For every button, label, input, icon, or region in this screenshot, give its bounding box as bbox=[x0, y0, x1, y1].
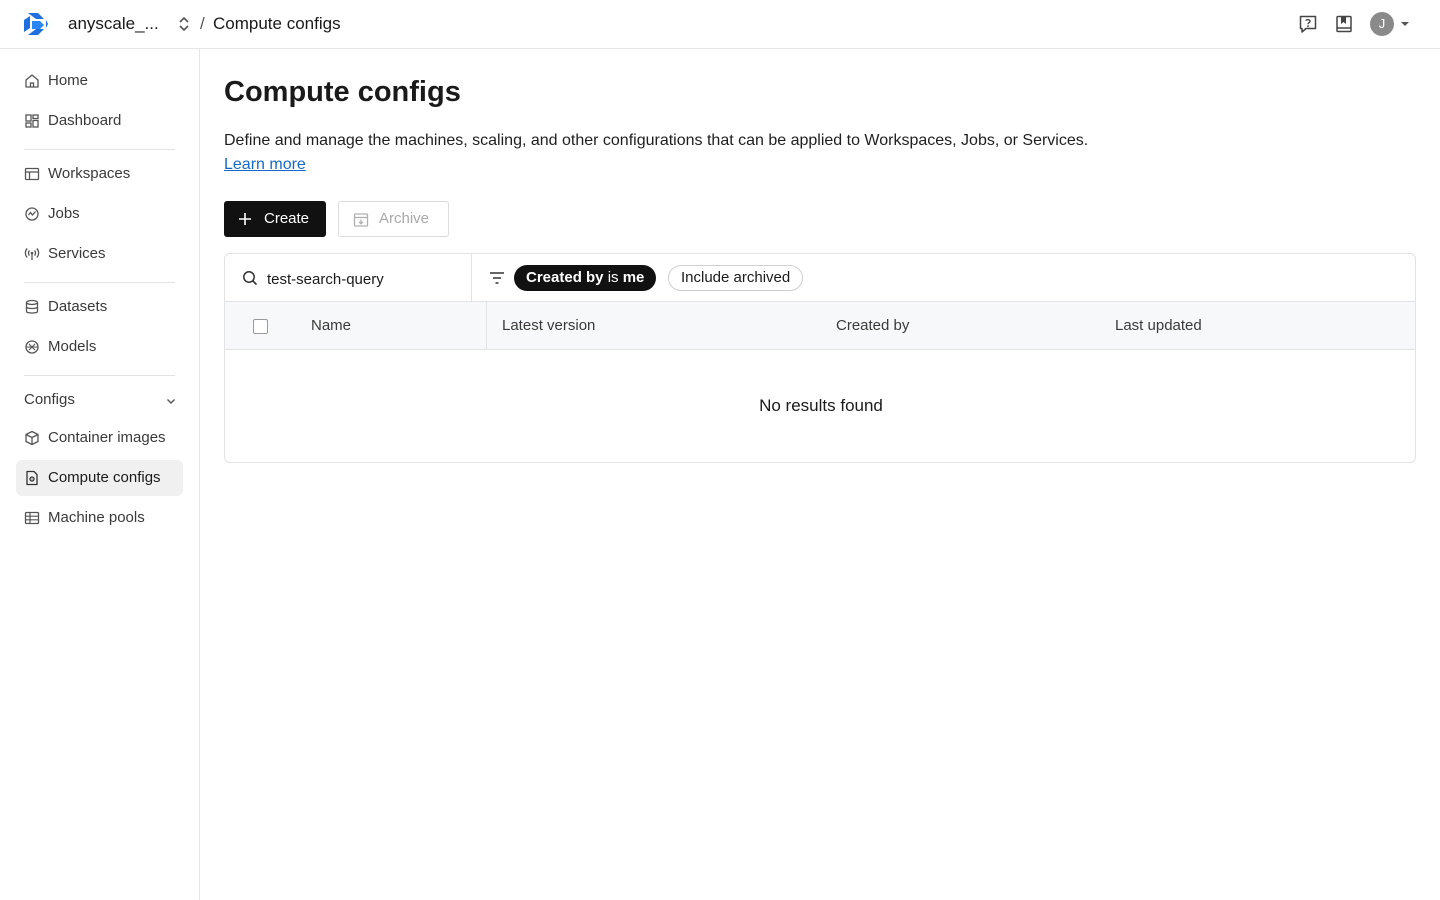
sidebar-divider bbox=[24, 375, 175, 376]
chip-value: me bbox=[622, 269, 645, 286]
plus-icon bbox=[239, 213, 251, 225]
help-icon[interactable] bbox=[1298, 14, 1318, 34]
column-header-name[interactable]: Name bbox=[311, 317, 351, 334]
user-avatar[interactable]: J bbox=[1370, 12, 1394, 36]
column-header-latest-version[interactable]: Latest version bbox=[502, 317, 595, 334]
sidebar-item-label: Dashboard bbox=[48, 112, 122, 129]
chevron-up-down-icon[interactable] bbox=[176, 15, 192, 33]
page-title: Compute configs bbox=[224, 76, 461, 108]
services-icon bbox=[24, 248, 40, 260]
sidebar-item-label: Services bbox=[48, 245, 106, 262]
sidebar-item-label: Machine pools bbox=[48, 509, 145, 526]
jobs-icon bbox=[25, 207, 39, 221]
create-button-label: Create bbox=[264, 210, 310, 227]
database-icon bbox=[25, 299, 39, 314]
breadcrumb-separator: / bbox=[200, 14, 205, 33]
create-button[interactable]: Create bbox=[224, 201, 326, 237]
cube-icon bbox=[25, 430, 39, 446]
workspaces-icon bbox=[24, 167, 40, 181]
table-header: Name Latest version Created by Last upda… bbox=[225, 302, 1415, 350]
sidebar-item-label: Home bbox=[48, 72, 89, 89]
sidebar-item-label: Container images bbox=[48, 429, 166, 446]
compute-config-icon bbox=[26, 470, 38, 486]
search-icon bbox=[243, 271, 258, 286]
main-content: Compute configs Define and manage the ma… bbox=[200, 49, 1440, 900]
sidebar-divider bbox=[24, 149, 175, 150]
sidebar-item-home[interactable]: Home bbox=[16, 63, 183, 99]
filter-icon[interactable] bbox=[489, 271, 505, 285]
archive-icon bbox=[353, 213, 369, 227]
chevron-down-icon[interactable] bbox=[165, 395, 177, 407]
sidebar: Home Dashboard Workspaces Jobs Services … bbox=[0, 49, 200, 900]
filter-bar: Created by is me Include archived bbox=[225, 254, 1415, 302]
sidebar-item-services[interactable]: Services bbox=[16, 236, 183, 272]
learn-more-link[interactable]: Learn more bbox=[224, 156, 306, 173]
sidebar-item-datasets[interactable]: Datasets bbox=[16, 289, 183, 325]
search-input[interactable] bbox=[267, 268, 462, 290]
caret-down-icon[interactable] bbox=[1400, 20, 1410, 28]
filter-chip-created-by[interactable]: Created by is me bbox=[514, 265, 657, 291]
sidebar-section-configs[interactable]: Configs bbox=[24, 391, 179, 411]
sidebar-item-jobs[interactable]: Jobs bbox=[16, 196, 183, 232]
select-all-checkbox[interactable] bbox=[253, 319, 268, 334]
top-bar: anyscale_... / Compute configs J bbox=[0, 0, 1440, 49]
sidebar-item-models[interactable]: Models bbox=[16, 329, 183, 365]
machine-pools-icon bbox=[24, 511, 40, 525]
sidebar-item-compute-configs[interactable]: Compute configs bbox=[16, 460, 183, 496]
sidebar-item-label: Datasets bbox=[48, 298, 108, 315]
sidebar-item-label: Workspaces bbox=[48, 165, 131, 182]
archive-button[interactable]: Archive bbox=[338, 201, 449, 237]
sidebar-item-container-images[interactable]: Container images bbox=[16, 420, 183, 456]
configs-table-card: Created by is me Include archived Name L… bbox=[224, 253, 1416, 463]
breadcrumb-current: Compute configs bbox=[213, 14, 341, 33]
sidebar-item-label: Compute configs bbox=[48, 469, 161, 486]
chip-operator: is bbox=[607, 269, 619, 286]
page-description: Define and manage the machines, scaling,… bbox=[224, 129, 1104, 177]
chip-key: Created by bbox=[526, 269, 604, 286]
include-archived-chip[interactable]: Include archived bbox=[668, 265, 804, 291]
docs-icon[interactable] bbox=[1334, 14, 1354, 34]
sidebar-item-label: Models bbox=[48, 338, 97, 355]
dashboard-icon bbox=[25, 114, 39, 128]
search-box[interactable] bbox=[225, 254, 472, 302]
column-divider[interactable] bbox=[486, 302, 487, 350]
description-text: Define and manage the machines, scaling,… bbox=[224, 132, 1089, 149]
column-header-created-by[interactable]: Created by bbox=[836, 317, 909, 334]
sidebar-item-machine-pools[interactable]: Machine pools bbox=[16, 500, 183, 536]
column-header-last-updated[interactable]: Last updated bbox=[1115, 317, 1202, 334]
home-icon bbox=[25, 74, 39, 88]
sidebar-item-dashboard[interactable]: Dashboard bbox=[16, 103, 183, 139]
sidebar-divider bbox=[24, 282, 175, 283]
anyscale-logo-icon[interactable] bbox=[22, 11, 50, 37]
org-name[interactable]: anyscale_... bbox=[68, 14, 159, 34]
sidebar-item-workspaces[interactable]: Workspaces bbox=[16, 156, 183, 192]
models-icon bbox=[25, 340, 39, 354]
archive-button-label: Archive bbox=[379, 210, 430, 227]
sidebar-item-label: Jobs bbox=[48, 205, 80, 222]
empty-state-message: No results found bbox=[759, 396, 883, 415]
section-label: Configs bbox=[24, 391, 75, 408]
